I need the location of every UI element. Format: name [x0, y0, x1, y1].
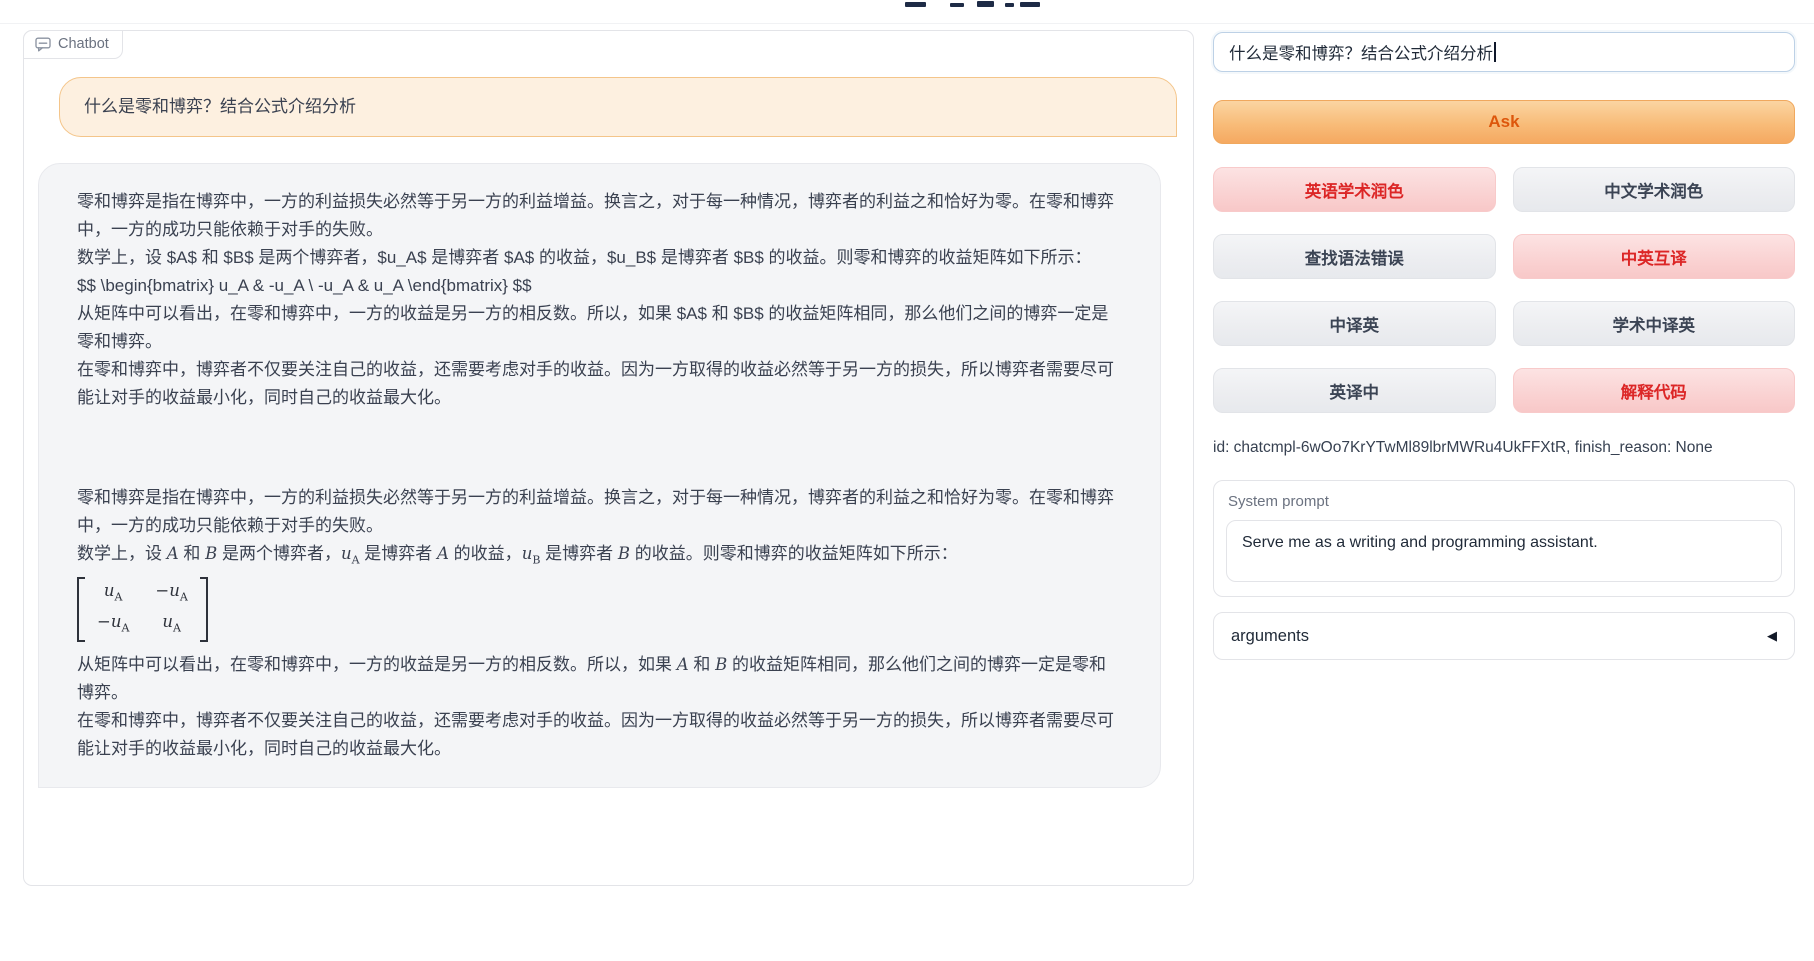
- title-fragment: [950, 3, 964, 7]
- bot-line: 零和博弈是指在博弈中，一方的利益损失必然等于另一方的利益增益。换言之，对于每一种…: [77, 484, 1122, 540]
- fn-zh-to-en-button[interactable]: 中译英: [1213, 301, 1496, 346]
- bot-line-math: 数学上，设 A 和 B 是两个博弈者，uA 是博弈者 A 的收益，uB 是博弈者…: [77, 540, 1122, 574]
- question-input-value: 什么是零和博弈？结合公式介绍分析: [1229, 40, 1493, 64]
- bot-paragraph-rendered: 零和博弈是指在博弈中，一方的利益损失必然等于另一方的利益增益。换言之，对于每一种…: [77, 484, 1122, 763]
- title-fragment: [977, 1, 994, 7]
- user-message-text: 什么是零和博弈？结合公式介绍分析: [84, 97, 356, 116]
- question-input[interactable]: 什么是零和博弈？结合公式介绍分析: [1213, 32, 1795, 72]
- arguments-accordion-label: arguments: [1231, 627, 1309, 646]
- fn-explain-code-button[interactable]: 解释代码: [1513, 368, 1796, 413]
- fn-find-grammar-errors-button[interactable]: 查找语法错误: [1213, 234, 1496, 279]
- chatbot-label: Chatbot: [58, 36, 109, 52]
- top-divider: [0, 23, 1814, 24]
- response-status-line: id: chatcmpl-6wOo7KrYTwMl89lbrMWRu4UkFFX…: [1213, 439, 1795, 457]
- system-prompt-label: System prompt: [1228, 493, 1782, 510]
- ask-button[interactable]: Ask: [1213, 100, 1795, 144]
- user-message-bubble: 什么是零和博弈？结合公式介绍分析: [59, 77, 1177, 137]
- bot-line: 在零和博弈中，博弈者不仅要关注自己的收益，还需要考虑对手的收益。因为一方取得的收…: [77, 707, 1122, 763]
- fn-zh-en-mutual-translate-button[interactable]: 中英互译: [1513, 234, 1796, 279]
- bot-message-bubble: 零和博弈是指在博弈中，一方的利益损失必然等于另一方的利益增益。换言之，对于每一种…: [38, 163, 1161, 788]
- collapse-arrow-icon: ◀: [1767, 628, 1777, 644]
- bot-line: 零和博弈是指在博弈中，一方的利益损失必然等于另一方的利益增益。换言之，对于每一种…: [77, 188, 1122, 244]
- control-column: 什么是零和博弈？结合公式介绍分析 Ask 英语学术润色 中文学术润色 查找语法错…: [1213, 32, 1795, 660]
- title-fragment: [1005, 3, 1014, 7]
- matrix-right-bracket: [200, 577, 208, 642]
- bot-paragraph-raw: 零和博弈是指在博弈中，一方的利益损失必然等于另一方的利益增益。换言之，对于每一种…: [77, 188, 1122, 412]
- fn-en-to-zh-button[interactable]: 英译中: [1213, 368, 1496, 413]
- matrix-cells: uA−uA−uAuA: [85, 577, 200, 642]
- text-cursor: [1494, 42, 1496, 62]
- system-prompt-input[interactable]: Serve me as a writing and programming as…: [1226, 520, 1782, 582]
- function-button-grid: 英语学术润色 中文学术润色 查找语法错误 中英互译 中译英 学术中译英 英译中 …: [1213, 167, 1795, 413]
- matrix-left-bracket: [77, 577, 85, 642]
- bot-line-math: 从矩阵中可以看出，在零和博弈中，一方的收益是另一方的相反数。所以，如果 A 和 …: [77, 651, 1122, 707]
- title-fragment: [1020, 2, 1040, 7]
- chat-bubble-icon: [35, 37, 51, 52]
- bot-line: 从矩阵中可以看出，在零和博弈中，一方的收益是另一方的相反数。所以，如果 $A$ …: [77, 300, 1122, 356]
- fn-academic-zh-to-en-button[interactable]: 学术中译英: [1513, 301, 1796, 346]
- title-fragment: [905, 2, 926, 7]
- clipped-page-title: [905, 0, 1045, 7]
- bot-line-formula: $$ \begin{bmatrix} u_A & -u_A \ -u_A & u…: [77, 272, 1122, 300]
- fn-zh-academic-polish-button[interactable]: 中文学术润色: [1513, 167, 1796, 212]
- chatbot-panel: Chatbot 什么是零和博弈？结合公式介绍分析 零和博弈是指在博弈中，一方的利…: [23, 30, 1194, 886]
- system-prompt-card: System prompt Serve me as a writing and …: [1213, 480, 1795, 597]
- bot-line: 在零和博弈中，博弈者不仅要关注自己的收益，还需要考虑对手的收益。因为一方取得的收…: [77, 356, 1122, 412]
- payoff-matrix: uA−uA−uAuA: [77, 574, 1122, 651]
- bot-line: 数学上，设 $A$ 和 $B$ 是两个博弈者，$u_A$ 是博弈者 $A$ 的收…: [77, 244, 1122, 272]
- chatbot-label-tab: Chatbot: [23, 30, 123, 59]
- arguments-accordion-header[interactable]: arguments ◀: [1213, 612, 1795, 660]
- fn-en-academic-polish-button[interactable]: 英语学术润色: [1213, 167, 1496, 212]
